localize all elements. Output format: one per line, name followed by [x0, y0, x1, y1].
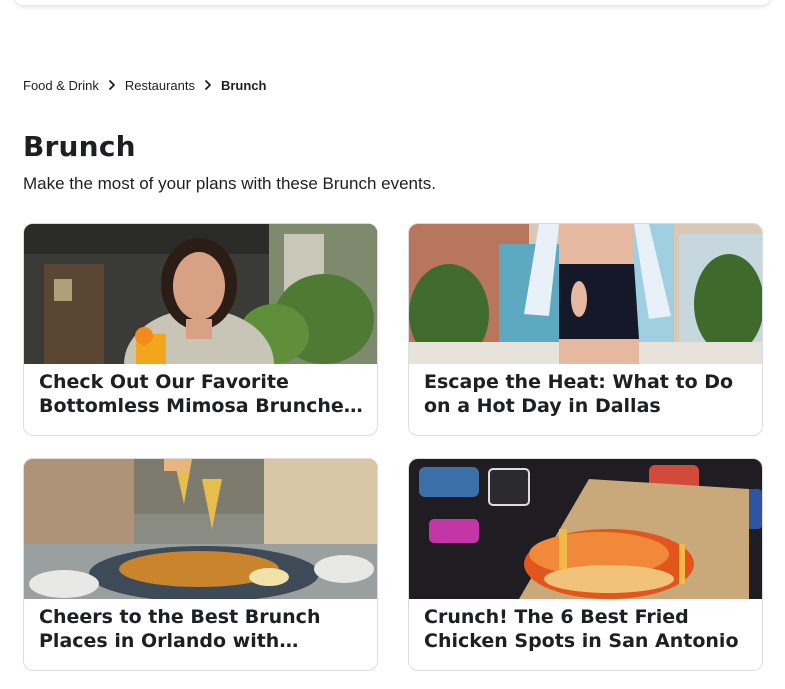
article-image	[409, 459, 762, 599]
article-image	[24, 224, 377, 364]
page-title: Brunch	[23, 130, 136, 163]
chevron-right-icon	[202, 79, 214, 91]
article-image	[409, 224, 762, 364]
breadcrumb: Food & Drink Restaurants Brunch	[23, 76, 266, 94]
article-title[interactable]: Escape the Heat: What to Do on a Hot Day…	[424, 370, 749, 418]
article-card[interactable]: Check Out Our Favorite Bottomless Mimosa…	[23, 223, 378, 436]
article-card[interactable]: Crunch! The 6 Best Fried Chicken Spots i…	[408, 458, 763, 671]
chevron-right-icon	[106, 79, 118, 91]
header-bar	[14, 0, 771, 5]
article-image	[24, 459, 377, 599]
breadcrumb-link-restaurants[interactable]: Restaurants	[125, 78, 195, 93]
page-subtitle: Make the most of your plans with these B…	[23, 174, 436, 193]
article-title[interactable]: Check Out Our Favorite Bottomless Mimosa…	[39, 370, 364, 418]
breadcrumb-current: Brunch	[220, 77, 267, 93]
breadcrumb-link-food-drink[interactable]: Food & Drink	[23, 78, 99, 93]
article-title[interactable]: Crunch! The 6 Best Fried Chicken Spots i…	[424, 605, 749, 653]
article-card[interactable]: Cheers to the Best Brunch Places in Orla…	[23, 458, 378, 671]
article-card[interactable]: Escape the Heat: What to Do on a Hot Day…	[408, 223, 763, 436]
article-title[interactable]: Cheers to the Best Brunch Places in Orla…	[39, 605, 364, 653]
